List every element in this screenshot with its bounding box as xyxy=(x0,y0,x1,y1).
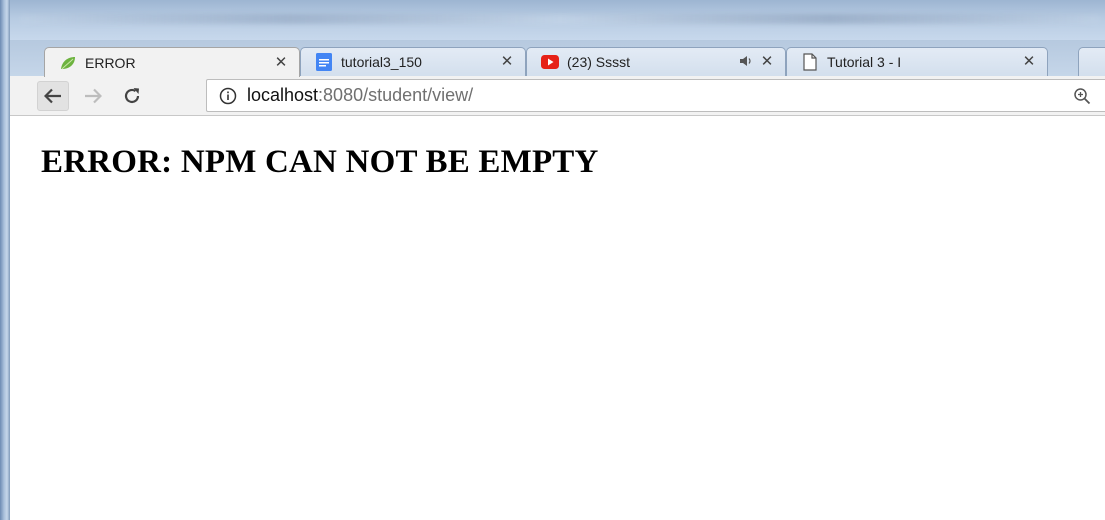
youtube-icon xyxy=(541,53,559,71)
forward-button[interactable] xyxy=(77,81,109,111)
page-content: ERROR: NPM CAN NOT BE EMPTY xyxy=(10,116,1105,520)
tab-title: tutorial3_150 xyxy=(341,54,422,70)
document-page-icon xyxy=(801,53,819,71)
tab-tutorial3-page[interactable]: Tutorial 3 - I ✕ xyxy=(786,47,1048,76)
reload-icon xyxy=(124,88,140,104)
tab-title: ERROR xyxy=(85,54,136,71)
spring-leaf-icon xyxy=(59,54,77,72)
window-frame-left xyxy=(0,0,10,520)
google-docs-icon xyxy=(315,53,333,71)
tab-title: (23) Sssst xyxy=(567,54,631,70)
address-bar[interactable]: localhost:8080/student/view/ xyxy=(206,79,1105,112)
new-tab-button[interactable] xyxy=(1078,47,1105,76)
close-tab-icon[interactable]: ✕ xyxy=(499,54,515,70)
tab-youtube[interactable]: (23) Sssst ✕ xyxy=(526,47,786,76)
audio-playing-icon[interactable] xyxy=(739,55,753,70)
tab-strip: ERROR ✕ tutorial3_150 ✕ (23) Sssst ✕ Tut… xyxy=(10,40,1105,77)
info-icon[interactable] xyxy=(219,87,237,105)
url-text: localhost:8080/student/view/ xyxy=(247,85,473,106)
close-tab-icon[interactable]: ✕ xyxy=(1021,54,1037,70)
browser-window: ERROR ✕ tutorial3_150 ✕ (23) Sssst ✕ Tut… xyxy=(10,40,1105,520)
back-button[interactable] xyxy=(37,81,69,111)
url-path: :8080/student/view/ xyxy=(318,85,474,105)
reload-button[interactable] xyxy=(116,81,148,111)
close-tab-icon[interactable]: ✕ xyxy=(759,54,775,70)
tab-error[interactable]: ERROR ✕ xyxy=(44,47,300,77)
error-heading: ERROR: NPM CAN NOT BE EMPTY xyxy=(41,144,599,180)
tab-title: Tutorial 3 - I xyxy=(827,54,902,70)
tab-tutorial3-doc[interactable]: tutorial3_150 ✕ xyxy=(300,47,526,76)
window-frame-top xyxy=(0,0,1105,40)
toolbar: localhost:8080/student/view/ xyxy=(10,76,1105,116)
zoom-in-icon[interactable] xyxy=(1073,87,1091,105)
forward-arrow-icon xyxy=(85,88,102,104)
url-host: localhost xyxy=(247,85,319,105)
close-tab-icon[interactable]: ✕ xyxy=(273,54,289,71)
back-arrow-icon xyxy=(44,88,61,104)
